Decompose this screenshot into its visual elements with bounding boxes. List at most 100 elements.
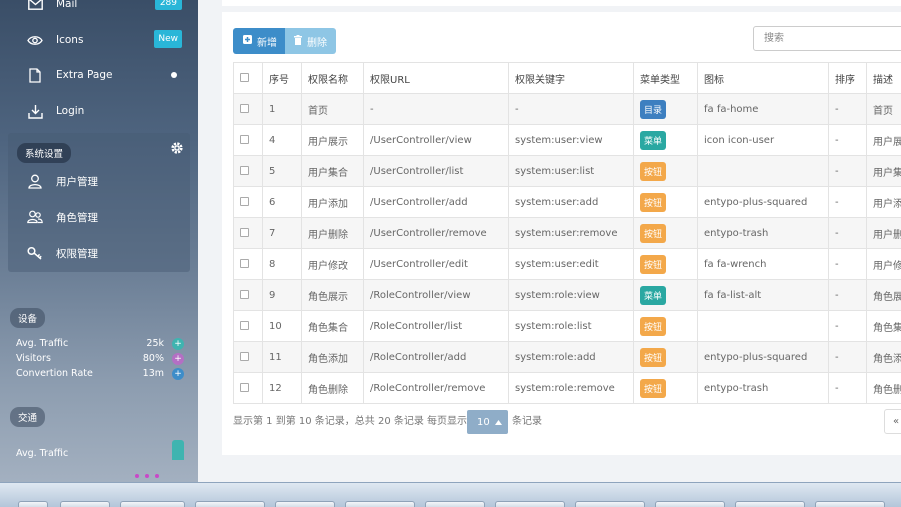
row-checkbox[interactable] (233, 279, 263, 311)
row-checkbox[interactable] (233, 248, 263, 280)
cell-name: 用户修改 (301, 248, 364, 280)
table-row[interactable]: 10 角色集合/RoleController/list system:role:li… (233, 310, 901, 342)
row-checkbox[interactable] (233, 124, 263, 156)
cell-type: 按钮 (633, 248, 698, 280)
sidebar-item-icons[interactable]: Icons New (0, 25, 198, 55)
cell-desc: 用户集合 (866, 155, 901, 187)
plus-circle-icon[interactable]: + (172, 338, 184, 350)
row-checkbox[interactable] (233, 155, 263, 187)
cell-type: 按钮 (633, 217, 698, 249)
column-header[interactable]: 菜单类型 (633, 62, 698, 94)
sidebar-item-label: Login (56, 105, 85, 117)
taskbar-item[interactable] (195, 501, 265, 507)
select-all-checkbox[interactable] (233, 62, 263, 94)
stat-avg-traffic: Avg. Traffic 25k + (16, 338, 184, 352)
cell-url: /RoleController/view (363, 279, 509, 311)
row-checkbox[interactable] (233, 341, 263, 373)
taskbar-item[interactable] (120, 501, 185, 507)
taskbar-item[interactable] (575, 501, 645, 507)
row-checkbox[interactable] (233, 310, 263, 342)
menu-type-badge: 按钮 (640, 316, 667, 336)
stat-label: Avg. Traffic (16, 448, 69, 459)
table-header-row: 序号 权限名称 权限URL 权限关键字 菜单类型 图标 排序 描述 (233, 62, 901, 94)
cell-name: 用户删除 (301, 217, 364, 249)
cell-key: system:role:remove (508, 372, 634, 404)
taskbar-item[interactable] (495, 501, 565, 507)
delete-button[interactable]: 删除 (285, 28, 336, 54)
cell-key: system:user:list (508, 155, 634, 187)
sidebar-item-user-management[interactable]: 用户管理 (0, 166, 198, 196)
cell-icon (697, 310, 829, 342)
cell-url: /UserController/view (363, 124, 509, 156)
cell-name: 角色删除 (301, 372, 364, 404)
column-header[interactable]: 图标 (697, 62, 829, 94)
cell-type: 按钮 (633, 186, 698, 218)
table-row[interactable]: 5 用户集合/UserController/list system:user:lis… (233, 155, 901, 187)
cell-key: system:user:remove (508, 217, 634, 249)
column-header[interactable]: 权限关键字 (508, 62, 634, 94)
cell-icon (697, 155, 829, 187)
table-row[interactable]: 7 用户删除/UserController/remove system:user:r… (233, 217, 901, 249)
plus-circle-icon[interactable]: + (172, 368, 184, 380)
cell-url: /RoleController/remove (363, 372, 509, 404)
stat-value: 13m (142, 368, 164, 379)
table-row[interactable]: 8 用户修改/UserController/edit system:user:edi… (233, 248, 901, 280)
cell-id: 5 (262, 155, 302, 187)
cell-url: /RoleController/add (363, 341, 509, 373)
sidebar-item-role-management[interactable]: 角色管理 (0, 202, 198, 232)
column-header[interactable]: 描述 (866, 62, 901, 94)
cell-icon: fa fa-home (697, 93, 829, 125)
sidebar-item-mail[interactable]: Mail 289 (0, 0, 198, 19)
sidebar: Mail 289 Icons New Extra Page Login 系统设置… (0, 0, 198, 482)
taskbar-item[interactable] (275, 501, 335, 507)
loading-dots (135, 474, 159, 478)
cell-id: 12 (262, 372, 302, 404)
traffic-avg-label: Avg. Traffic (16, 448, 184, 462)
user-icon (26, 172, 44, 190)
table-row[interactable]: 4 用户展示/UserController/view system:user:vie… (233, 124, 901, 156)
column-header[interactable]: 权限名称 (301, 62, 364, 94)
page-size-select[interactable]: 10 (467, 410, 508, 434)
menu-type-badge: 菜单 (640, 285, 667, 305)
taskbar-item[interactable] (18, 501, 48, 507)
taskbar-item[interactable] (815, 501, 885, 507)
table-row[interactable]: 6 用户添加/UserController/add system:user:add 按… (233, 186, 901, 218)
table-row[interactable]: 1 首页 - - 目录 fa fa-home - 首页 (233, 93, 901, 125)
sidebar-item-extra-page[interactable]: Extra Page (0, 60, 198, 90)
cell-url: /UserController/edit (363, 248, 509, 280)
taskbar-item[interactable] (655, 501, 725, 507)
cell-key: system:user:edit (508, 248, 634, 280)
cell-name: 角色展示 (301, 279, 364, 311)
table-row[interactable]: 11 角色添加/RoleController/add system:role:add… (233, 341, 901, 373)
sidebar-item-permission-management[interactable]: 权限管理 (0, 238, 198, 268)
cell-desc: 角色集合 (866, 310, 901, 342)
row-checkbox[interactable] (233, 93, 263, 125)
column-header[interactable]: 序号 (262, 62, 302, 94)
gear-icon[interactable] (170, 141, 184, 158)
prev-page-button[interactable]: « (884, 409, 901, 434)
table-row[interactable]: 12 角色删除/RoleController/remove system:role:… (233, 372, 901, 404)
cell-key: system:user:add (508, 186, 634, 218)
row-checkbox[interactable] (233, 372, 263, 404)
column-header[interactable]: 权限URL (363, 62, 509, 94)
table-row[interactable]: 9 角色展示/RoleController/view system:role:vie… (233, 279, 901, 311)
cell-desc: 角色展示 (866, 279, 901, 311)
add-button[interactable]: 新增 (233, 28, 285, 54)
column-header[interactable]: 排序 (828, 62, 867, 94)
cell-desc: 用户修改 (866, 248, 901, 280)
taskbar-item[interactable] (735, 501, 805, 507)
row-checkbox[interactable] (233, 217, 263, 249)
new-badge: New (154, 30, 182, 48)
cell-order: - (828, 279, 867, 311)
cell-order: - (828, 186, 867, 218)
taskbar (0, 482, 901, 507)
cell-type: 目录 (633, 93, 698, 125)
plus-circle-icon[interactable]: + (172, 353, 184, 365)
taskbar-item[interactable] (345, 501, 415, 507)
row-checkbox[interactable] (233, 186, 263, 218)
cell-id: 9 (262, 279, 302, 311)
taskbar-item[interactable] (425, 501, 485, 507)
search-input[interactable] (753, 26, 901, 51)
taskbar-item[interactable] (60, 501, 110, 507)
sidebar-item-login[interactable]: Login (0, 96, 198, 126)
